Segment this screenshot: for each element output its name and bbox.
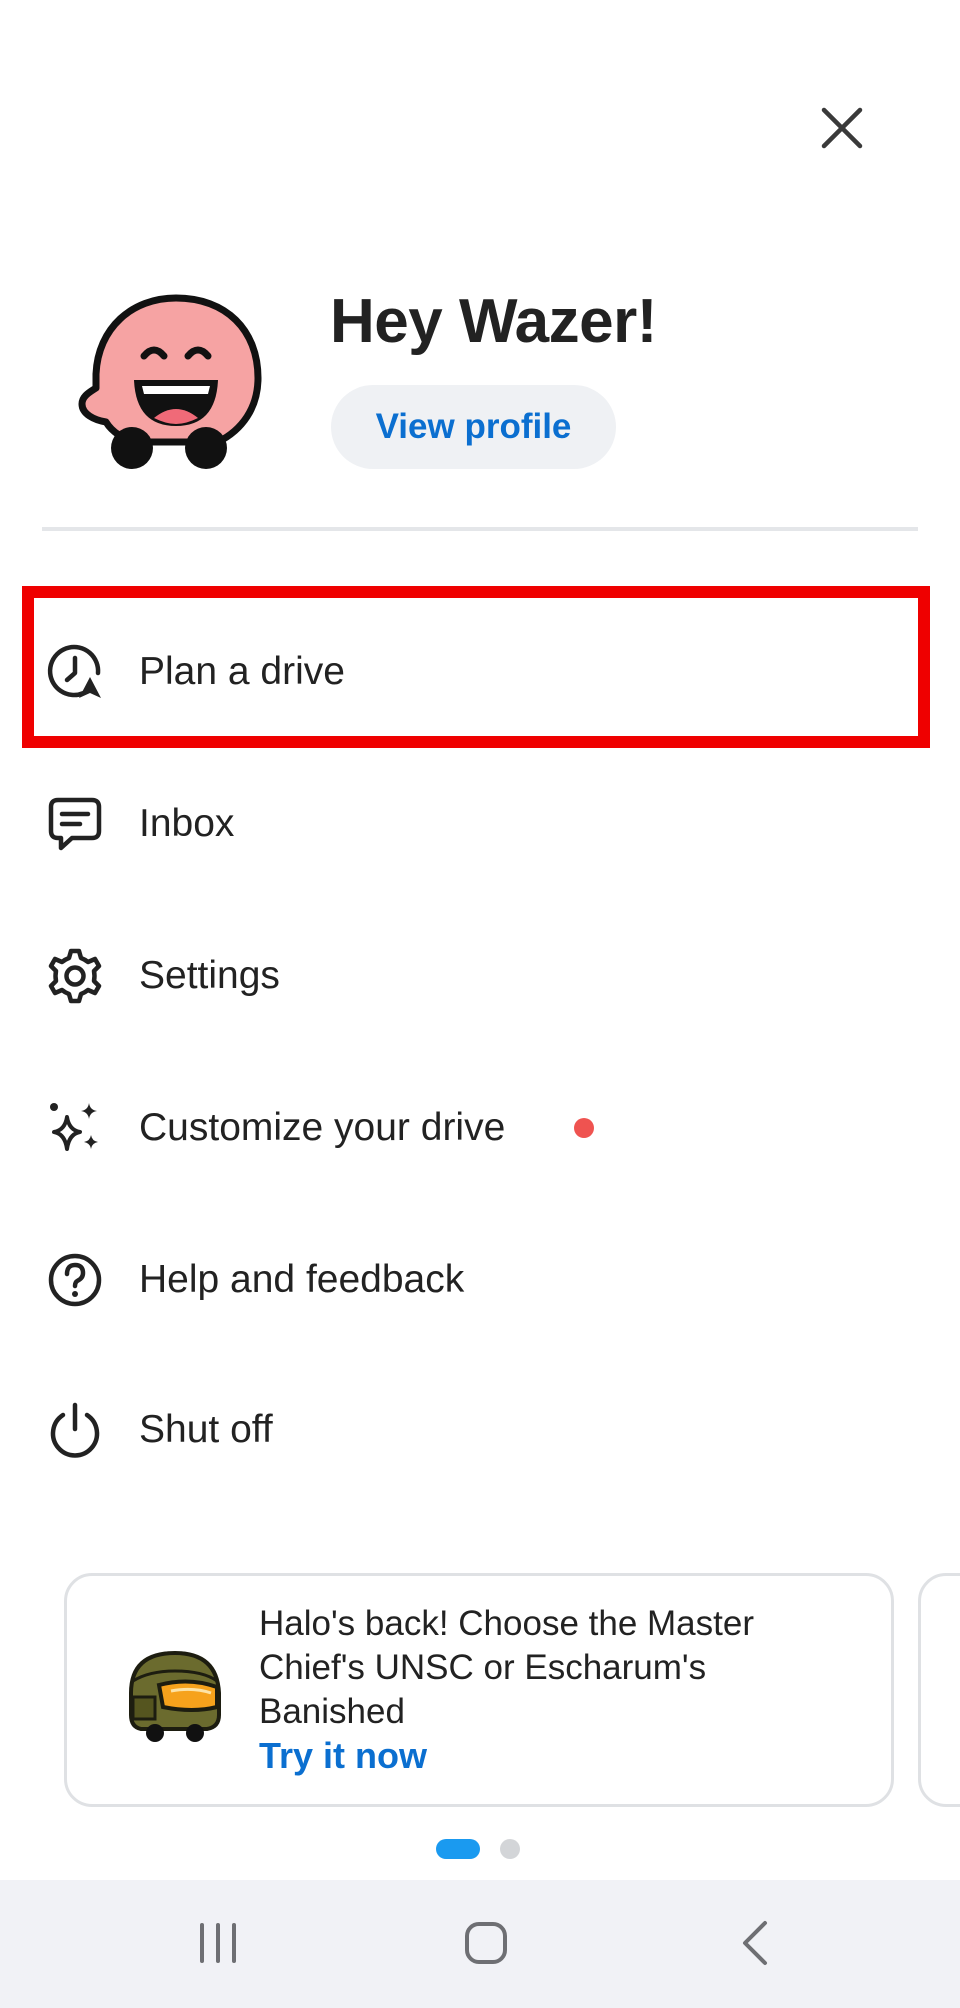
menu-item-inbox[interactable]: Inbox [0, 749, 960, 899]
question-circle-icon [46, 1251, 104, 1309]
menu-item-settings[interactable]: Settings [0, 901, 960, 1051]
notification-dot [574, 1118, 594, 1138]
promo-text: Halo's back! Choose the Master Chief's U… [259, 1604, 754, 1731]
carousel-pager [436, 1838, 520, 1860]
power-icon [46, 1401, 104, 1459]
wazer-avatar[interactable] [76, 290, 266, 480]
menu-item-plan-a-drive[interactable]: Plan a drive [0, 597, 960, 747]
clock-arrow-icon [46, 643, 104, 701]
system-navigation-bar [0, 1880, 960, 2008]
menu-item-label: Customize your drive [139, 1106, 506, 1149]
greeting-title: Hey Wazer! [330, 287, 657, 356]
menu-item-shut-off[interactable]: Shut off [0, 1355, 960, 1505]
menu-item-label: Shut off [139, 1408, 273, 1451]
back-icon [735, 1919, 775, 1972]
home-icon [463, 1920, 509, 1971]
recents-icon [196, 1921, 240, 1970]
try-it-now-link[interactable]: Try it now [259, 1734, 427, 1778]
sparkles-icon [46, 1099, 104, 1157]
header-divider [42, 527, 918, 531]
menu-item-label: Help and feedback [139, 1258, 465, 1301]
back-button[interactable] [710, 1900, 800, 1990]
menu-item-help-and-feedback[interactable]: Help and feedback [0, 1205, 960, 1355]
pager-dot-active[interactable] [436, 1839, 480, 1859]
chat-bubble-icon [46, 795, 104, 853]
close-button[interactable] [804, 92, 880, 168]
recents-button[interactable] [173, 1900, 263, 1990]
close-icon [820, 106, 864, 155]
menu-item-customize-your-drive[interactable]: Customize your drive [0, 1053, 960, 1203]
menu-item-label: Plan a drive [139, 650, 345, 693]
menu-item-label: Settings [139, 954, 280, 997]
menu-item-label: Inbox [139, 802, 235, 845]
halo-helmet-icon [119, 1641, 229, 1751]
view-profile-button[interactable]: View profile [331, 385, 616, 469]
promo-card-next-peek[interactable] [918, 1573, 960, 1807]
home-button[interactable] [441, 1900, 531, 1990]
gear-icon [46, 947, 104, 1005]
main-menu-screen: Hey Wazer! View profile Plan a drive Inb… [0, 0, 960, 2008]
pager-dot[interactable] [500, 1839, 520, 1859]
promo-card[interactable]: Halo's back! Choose the Master Chief's U… [64, 1573, 894, 1807]
